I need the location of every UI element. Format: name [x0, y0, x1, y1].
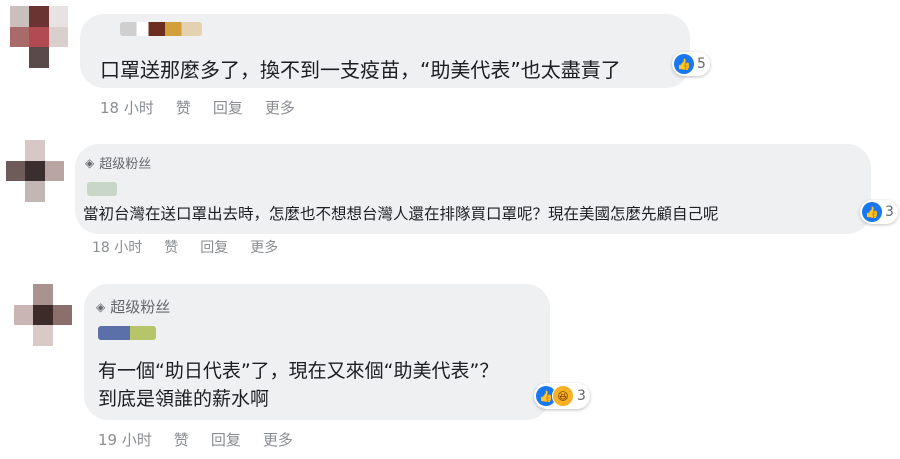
reaction-summary[interactable]: 👍 😆 3	[534, 383, 590, 409]
badge-label: 超级粉丝	[99, 157, 152, 172]
comment-text: 口罩送那麼多了，換不到一支疫苗，“助美代表”也太盡責了	[100, 58, 621, 82]
diamond-icon: ◈	[85, 155, 95, 170]
more-button[interactable]: 更多	[250, 237, 278, 257]
comment-actions: 18 小时 赞 回复 更多	[100, 97, 295, 118]
author-name[interactable]	[120, 22, 202, 36]
reaction-count: 3	[577, 388, 586, 404]
timestamp[interactable]: 19 小时	[98, 429, 152, 450]
top-fan-badge[interactable]: ◈ 超级粉丝	[85, 153, 152, 173]
like-icon: 👍	[862, 202, 882, 222]
top-fan-badge[interactable]: ◈ 超级粉丝	[96, 296, 170, 317]
avatar[interactable]	[6, 140, 64, 202]
badge-label: 超级粉丝	[110, 298, 171, 316]
reaction-count: 5	[697, 56, 706, 72]
avatar[interactable]	[14, 284, 72, 346]
avatar[interactable]	[10, 6, 68, 68]
reaction-summary[interactable]: 👍 3	[860, 200, 898, 224]
author-name[interactable]	[87, 182, 117, 196]
reply-button[interactable]: 回复	[211, 429, 241, 450]
comment-actions: 19 小时 赞 回复 更多	[98, 429, 293, 450]
like-button[interactable]: 赞	[174, 429, 189, 450]
comment-text: 當初台灣在送口罩出去時，怎麼也不想想台灣人還在排隊買口罩呢？現在美國怎麼先顧自己…	[83, 205, 719, 223]
comment-text-line1: 有一個“助日代表”了，現在又來個“助美代表”？	[98, 360, 499, 382]
reply-button[interactable]: 回复	[200, 237, 228, 257]
like-button[interactable]: 赞	[176, 97, 191, 118]
like-icon: 👍	[674, 54, 694, 74]
author-name[interactable]	[98, 326, 156, 340]
reaction-count: 3	[885, 204, 894, 220]
more-button[interactable]: 更多	[263, 429, 293, 450]
comment-bubble: ◈ 超级粉丝 當初台灣在送口罩出去時，怎麼也不想想台灣人還在排隊買口罩呢？現在美…	[75, 144, 871, 234]
like-button[interactable]: 赞	[164, 237, 178, 257]
comment-bubble: 口罩送那麼多了，換不到一支疫苗，“助美代表”也太盡責了	[80, 14, 690, 88]
haha-icon: 😆	[552, 385, 574, 407]
more-button[interactable]: 更多	[265, 97, 295, 118]
diamond-icon: ◈	[96, 299, 106, 314]
reply-button[interactable]: 回复	[213, 97, 243, 118]
reaction-summary[interactable]: 👍 5	[672, 52, 710, 76]
timestamp[interactable]: 18 小时	[92, 237, 142, 257]
comment-actions: 18 小时 赞 回复 更多	[92, 237, 278, 257]
comment-text-line2: 到底是領誰的薪水啊	[98, 388, 270, 410]
comment-bubble: ◈ 超级粉丝 有一個“助日代表”了，現在又來個“助美代表”？ 到底是領誰的薪水啊	[84, 284, 550, 420]
timestamp[interactable]: 18 小时	[100, 97, 154, 118]
